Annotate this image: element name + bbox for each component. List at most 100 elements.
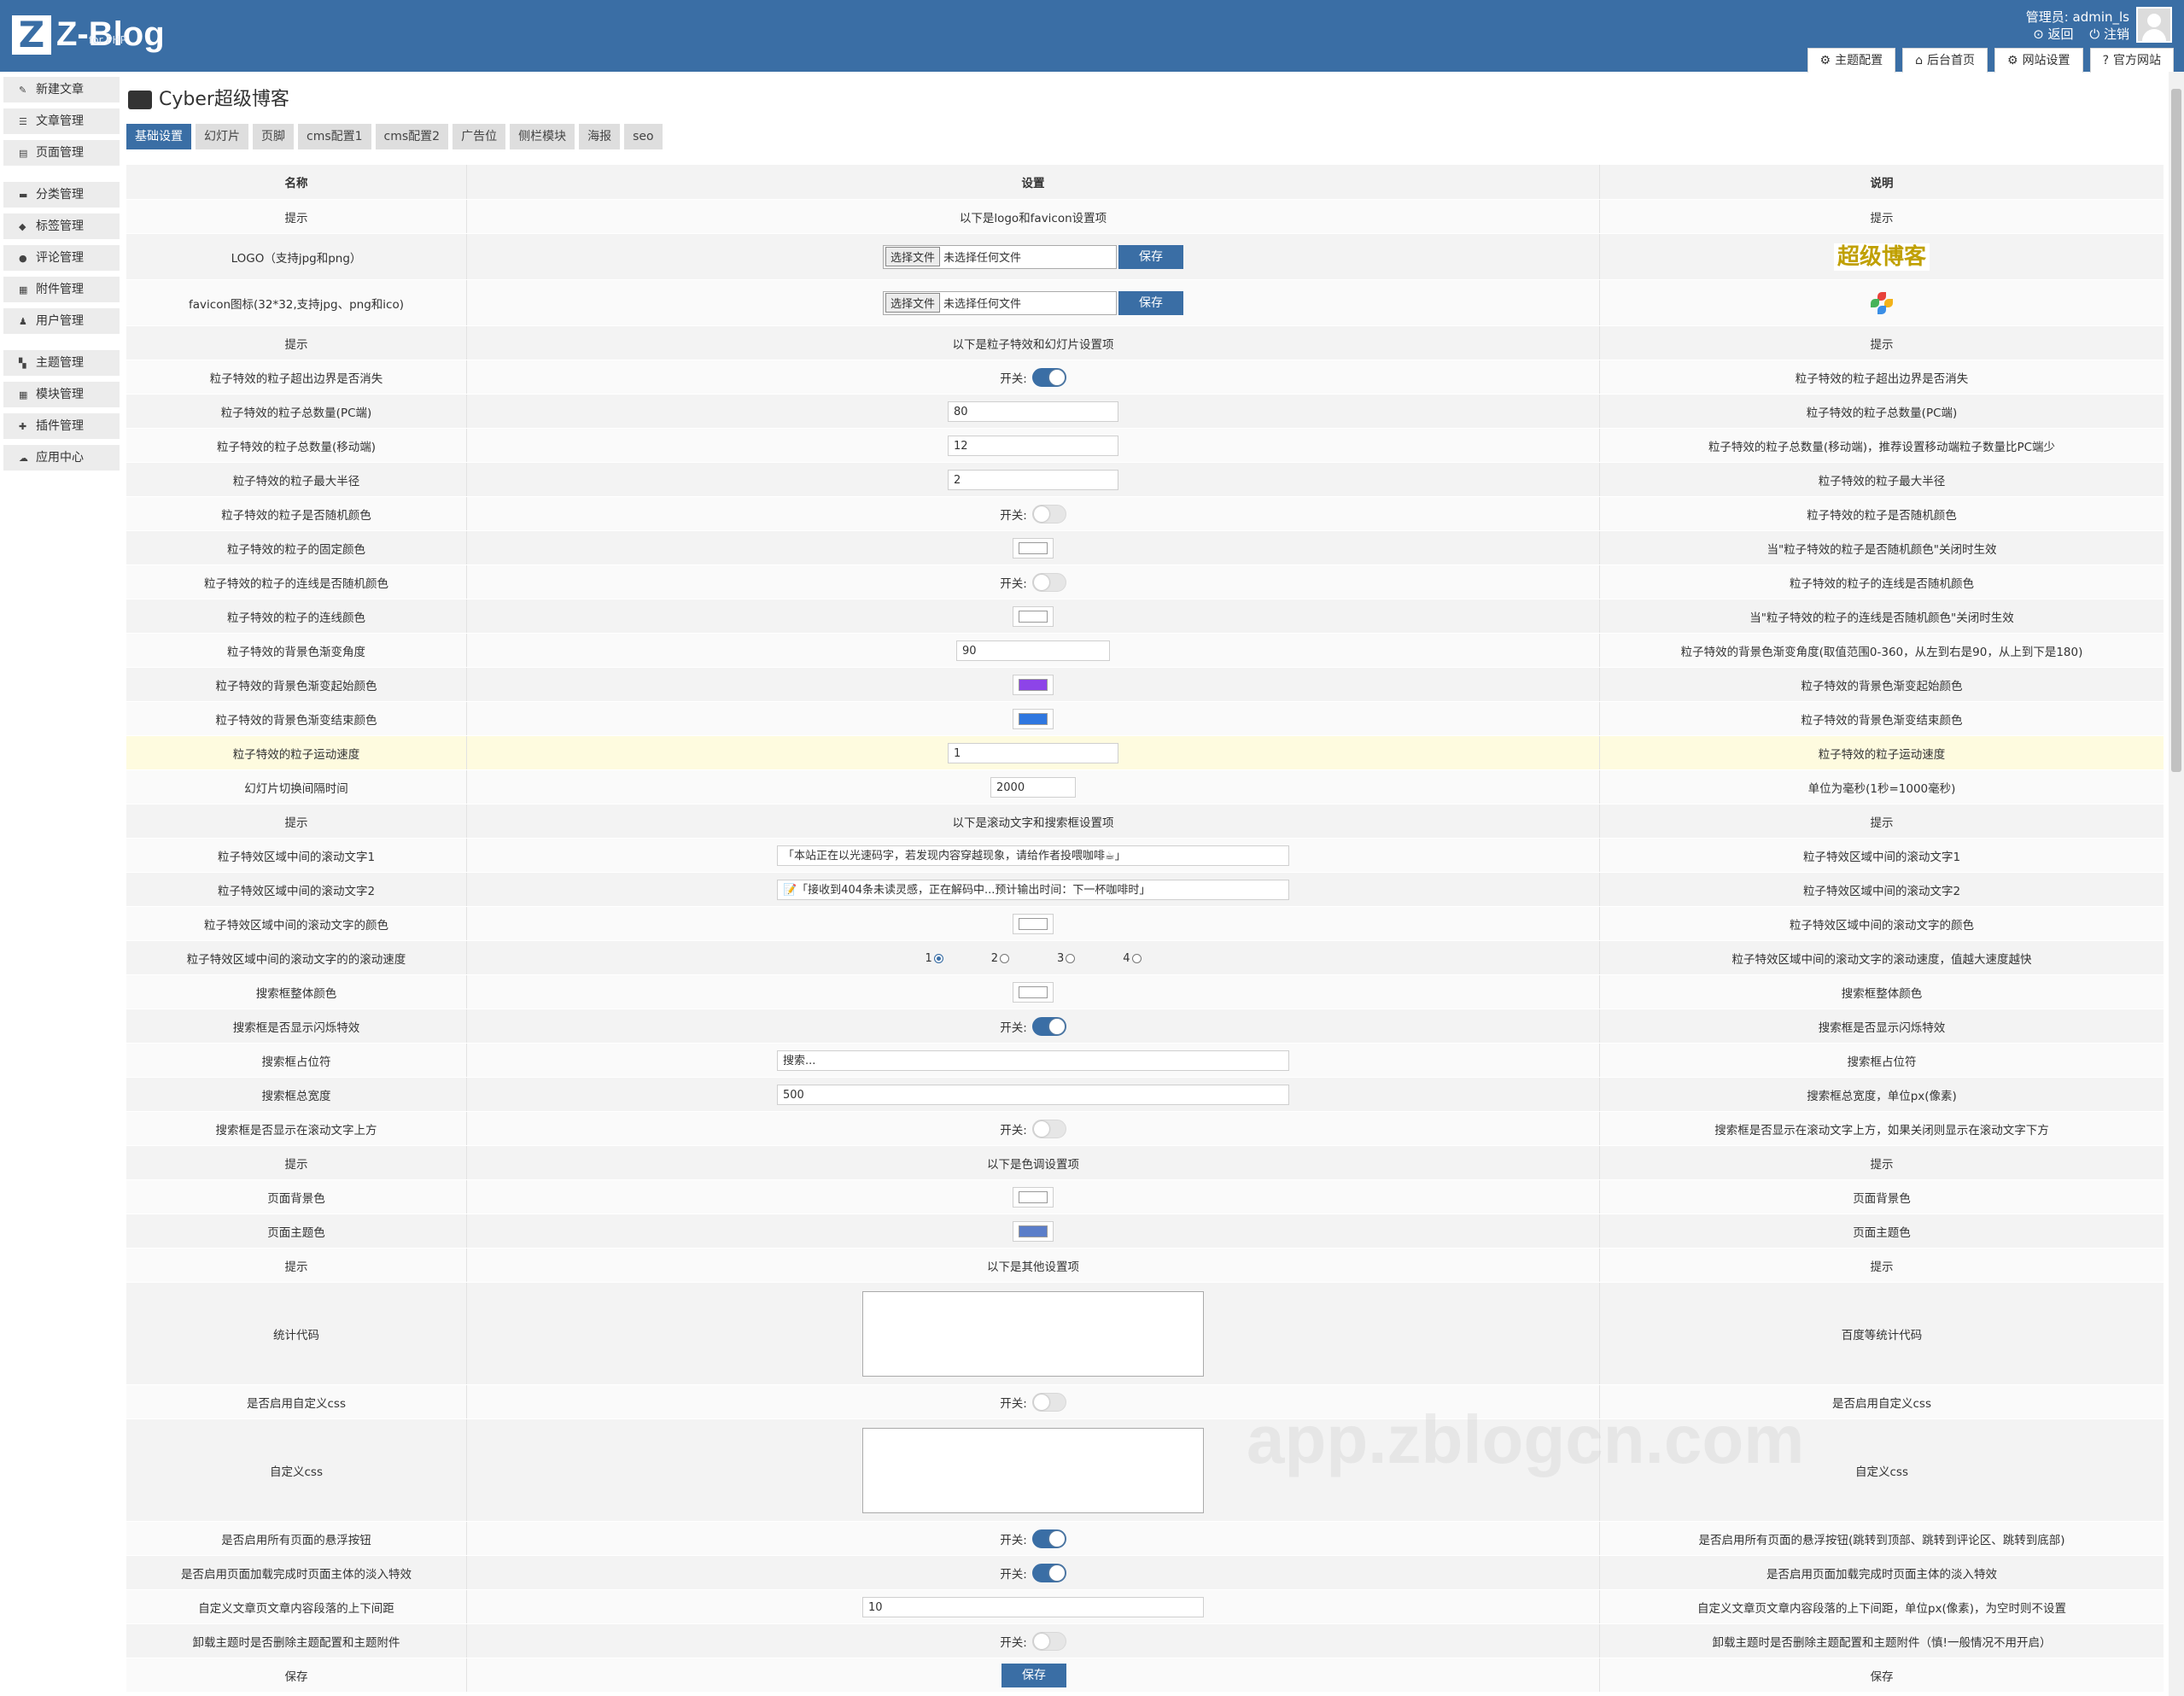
save-button[interactable]: 保存 <box>1001 1663 1066 1687</box>
row-desc: 粒子特效区域中间的滚动文字2 <box>1599 872 2164 907</box>
sidebar-item-label: 用户管理 <box>36 314 84 328</box>
row-desc: 粒子特效的背景色渐变起始颜色 <box>1599 667 2164 702</box>
radio-option-3[interactable]: 3 <box>1057 952 1076 965</box>
toggle-switch[interactable] <box>1031 367 1066 387</box>
text-input[interactable]: 2 <box>948 469 1118 490</box>
sidebar-item-7[interactable]: ♟ 用户管理 <box>3 308 120 334</box>
color-picker[interactable] <box>1013 913 1054 934</box>
grid-icon: ▦ <box>19 389 28 401</box>
sidebar-item-4[interactable]: ◆ 标签管理 <box>3 213 120 239</box>
text-input[interactable]: 搜索... <box>777 1050 1289 1071</box>
sidebar-item-10[interactable]: ✚ 插件管理 <box>3 413 120 439</box>
row-desc: 粒子特效的背景色渐变结束颜色 <box>1599 701 2164 736</box>
text-input[interactable]: 📝「接收到404条未读灵感，正在解码中...预计输出时间：下一杯咖啡时」 <box>777 879 1289 900</box>
back-link-label: 返回 <box>2047 26 2074 42</box>
sidebar-item-0[interactable]: ✎ 新建文章 <box>3 77 120 102</box>
tab-4[interactable]: cms配置2 <box>375 124 449 149</box>
toggle-switch[interactable] <box>1031 1563 1066 1582</box>
tab-2[interactable]: 页脚 <box>253 124 294 149</box>
radio-option-1[interactable]: 1 <box>925 952 943 965</box>
table-row: 搜索框占位符 搜索... 搜索框占位符 <box>126 1043 2164 1078</box>
scrollbar-thumb[interactable] <box>2171 89 2181 772</box>
tab-6[interactable]: 侧栏模块 <box>510 124 575 149</box>
toggle-switch[interactable] <box>1031 572 1066 592</box>
row-setting: 开关: <box>466 564 1600 599</box>
toggle-switch[interactable] <box>1031 1529 1066 1548</box>
row-setting <box>466 974 1600 1009</box>
text-input[interactable]: 90 <box>956 640 1110 661</box>
vertical-scrollbar[interactable] <box>2169 72 2184 1696</box>
table-row: 粒子特效的背景色渐变角度 90 粒子特效的背景色渐变角度(取值范围0-360，从左到… <box>126 633 2164 668</box>
text-input[interactable]: 80 <box>948 401 1118 422</box>
color-swatch <box>1019 1225 1048 1237</box>
color-picker[interactable] <box>1013 981 1054 1003</box>
row-setting: 1 <box>466 735 1600 770</box>
row-name: 粒子特效的粒子总数量(移动端) <box>126 428 467 463</box>
help-icon: ? <box>2102 54 2109 67</box>
topnav-1[interactable]: ⌂ 后台首页 <box>1902 48 1988 73</box>
choose-file-button[interactable]: 选择文件 <box>885 247 941 266</box>
tab-1[interactable]: 幻灯片 <box>196 124 248 149</box>
sidebar-item-8[interactable]: ▚ 主题管理 <box>3 350 120 376</box>
sidebar-item-2[interactable]: ▤ 页面管理 <box>3 140 120 166</box>
sidebar-item-3[interactable]: ▬ 分类管理 <box>3 182 120 208</box>
radio-circle[interactable] <box>1000 953 1009 963</box>
toggle-switch[interactable] <box>1031 1392 1066 1412</box>
topnav-3[interactable]: ? 官方网站 <box>2089 48 2174 73</box>
code-textarea[interactable] <box>862 1427 1204 1513</box>
tab-5[interactable]: 广告位 <box>453 124 506 149</box>
sidebar-item-5[interactable]: ● 评论管理 <box>3 245 120 271</box>
radio-option-2[interactable]: 2 <box>991 952 1009 965</box>
avatar[interactable] <box>2136 7 2172 43</box>
back-link[interactable]: ⊙ 返回 <box>2033 26 2073 42</box>
radio-option-4[interactable]: 4 <box>1123 952 1142 965</box>
row-setting: 以下是其他设置项 <box>466 1248 1600 1283</box>
table-row: 粒子特效的粒子总数量(移动端) 12 粒子特效的粒子总数量(移动端)，推荐设置移动端… <box>126 428 2164 463</box>
choose-file-button[interactable]: 选择文件 <box>885 293 941 313</box>
toggle-switch[interactable] <box>1031 1119 1066 1138</box>
tab-7[interactable]: 海报 <box>579 124 621 149</box>
header-setting: 设置 <box>466 165 1600 200</box>
radio-circle[interactable] <box>1066 953 1076 963</box>
color-picker[interactable] <box>1013 708 1054 729</box>
sidebar-item-1[interactable]: ☰ 文章管理 <box>3 108 120 134</box>
text-input[interactable]: 12 <box>948 435 1118 456</box>
topnav-2[interactable]: ⚙ 网站设置 <box>1994 48 2083 73</box>
color-picker[interactable] <box>1013 1220 1054 1242</box>
tab-0[interactable]: 基础设置 <box>126 124 191 149</box>
row-setting: 开关: <box>466 1111 1600 1146</box>
text-input[interactable]: 10 <box>862 1596 1204 1617</box>
code-textarea[interactable] <box>862 1290 1204 1377</box>
row-desc: 粒子特效的粒子超出边界是否消失 <box>1599 360 2164 395</box>
upload-save-button[interactable]: 保存 <box>1118 290 1183 315</box>
toggle-switch[interactable] <box>1031 1016 1066 1036</box>
tab-8[interactable]: seo <box>624 124 663 149</box>
text-input[interactable]: 「本站正在以光速码字，若发现内容穿越现象，请给作者投喂咖啡☕」 <box>777 845 1289 866</box>
tab-3[interactable]: cms配置1 <box>298 124 371 149</box>
row-name: 粒子特效的背景色渐变角度 <box>126 633 467 668</box>
file-input[interactable]: 选择文件 未选择任何文件 <box>883 244 1117 269</box>
text-input[interactable]: 2000 <box>990 776 1076 798</box>
gear-icon: ⚙ <box>1819 54 1831 67</box>
file-input[interactable]: 选择文件 未选择任何文件 <box>883 290 1117 315</box>
color-picker[interactable] <box>1013 605 1054 627</box>
table-row: 提示 以下是色调设置项 提示 <box>126 1145 2164 1180</box>
sidebar-item-11[interactable]: ☁ 应用中心 <box>3 445 120 471</box>
sidebar-item-6[interactable]: ▦ 附件管理 <box>3 277 120 302</box>
table-row: 粒子特效区域中间的滚动文字1 「本站正在以光速码字，若发现内容穿越现象，请给作者投… <box>126 838 2164 873</box>
color-picker[interactable] <box>1013 1186 1054 1208</box>
color-picker[interactable] <box>1013 674 1054 695</box>
row-desc: 粒子特效的背景色渐变角度(取值范围0-360，从左到右是90，从上到下是180) <box>1599 633 2164 668</box>
radio-circle[interactable] <box>1131 953 1142 963</box>
toggle-switch[interactable] <box>1031 1631 1066 1651</box>
row-name: 保存 <box>126 1658 467 1693</box>
text-input[interactable]: 1 <box>948 742 1118 763</box>
topnav-0[interactable]: ⚙ 主题配置 <box>1807 48 1896 73</box>
color-picker[interactable] <box>1013 537 1054 559</box>
text-input[interactable]: 500 <box>777 1084 1289 1105</box>
upload-save-button[interactable]: 保存 <box>1118 244 1183 269</box>
logout-link[interactable]: ⏻ 注销 <box>2089 26 2129 42</box>
sidebar-item-9[interactable]: ▦ 模块管理 <box>3 382 120 407</box>
radio-circle[interactable] <box>933 953 943 963</box>
toggle-switch[interactable] <box>1031 504 1066 523</box>
